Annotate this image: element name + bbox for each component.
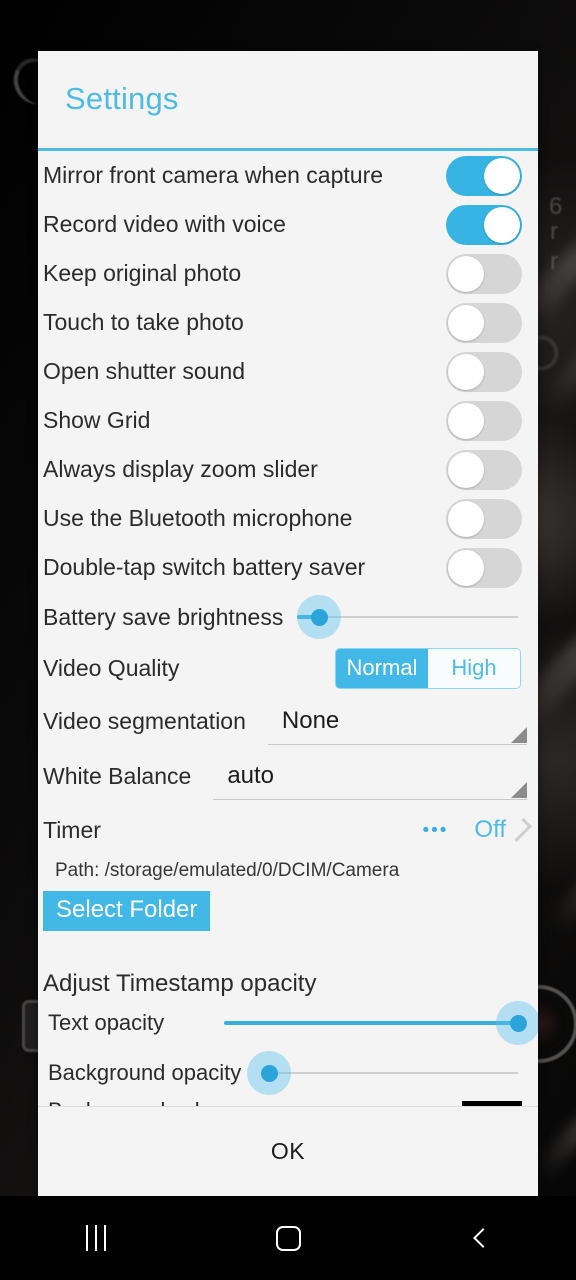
select-folder-button[interactable]: Select Folder <box>43 891 211 931</box>
camera-overlay-text-ghost: 6 <box>549 193 563 220</box>
setting-row-background-opacity[interactable]: Background opacity <box>38 1048 538 1098</box>
toggle-knob <box>448 304 484 341</box>
recents-icon-bar <box>95 1225 97 1251</box>
slider-thumb[interactable] <box>509 1014 527 1032</box>
ok-button[interactable]: OK <box>271 1138 305 1165</box>
setting-row-open-shutter-sound[interactable]: Open shutter sound <box>38 347 538 396</box>
segment-high[interactable]: High <box>428 648 520 688</box>
toggle-double-tap-battery-saver[interactable] <box>446 547 522 588</box>
nav-back-button[interactable] <box>384 1196 576 1280</box>
slider-fill <box>224 1021 518 1025</box>
toggle-bluetooth-microphone[interactable] <box>446 498 522 539</box>
toggle-knob <box>484 157 520 194</box>
setting-label: White Balance <box>43 763 192 789</box>
back-icon <box>472 1228 493 1248</box>
setting-row-timer[interactable]: Timer ••• Off <box>38 804 538 856</box>
setting-row-battery-save-brightness[interactable]: Battery save brightness <box>38 592 538 642</box>
storage-path-text: Path: /storage/emulated/0/DCIM/Camera <box>55 860 400 881</box>
setting-label: Battery save brightness <box>43 603 284 630</box>
slider-text-opacity[interactable] <box>224 1001 538 1045</box>
setting-row-bluetooth-microphone[interactable]: Use the Bluetooth microphone <box>38 494 538 543</box>
setting-label: Timer <box>43 816 101 843</box>
toggle-record-video-with-voice[interactable] <box>446 204 522 245</box>
setting-row-keep-original-photo[interactable]: Keep original photo <box>38 249 538 298</box>
settings-list[interactable]: Mirror front camera when capture Record … <box>38 151 538 1106</box>
backdrop-blur-streak <box>532 1078 576 1182</box>
recents-icon-bar <box>86 1225 88 1251</box>
slider-thumb[interactable] <box>310 608 328 626</box>
toggle-always-display-zoom-slider[interactable] <box>446 449 522 490</box>
settings-dialog: Settings Mirror front camera when captur… <box>38 51 538 1196</box>
setting-row-double-tap-battery-saver[interactable]: Double-tap switch battery saver <box>38 543 538 592</box>
home-icon <box>275 1225 301 1251</box>
dropdown-video-segmentation[interactable]: None <box>267 699 527 745</box>
setting-label: Open shutter sound <box>43 358 246 384</box>
toggle-show-grid[interactable] <box>446 400 522 441</box>
setting-label: Touch to take photo <box>43 309 244 335</box>
timer-value[interactable]: Off <box>474 816 506 844</box>
camera-overlay-text-ghost: r <box>550 218 558 245</box>
nav-home-button[interactable] <box>192 1196 384 1280</box>
setting-label: Use the Bluetooth microphone <box>43 505 353 531</box>
page-title: Settings <box>65 81 179 116</box>
setting-label: Video Quality <box>43 654 180 681</box>
toggle-mirror-front-camera[interactable] <box>446 155 522 196</box>
dropdown-value: auto <box>227 762 275 789</box>
setting-label: Background opacity <box>48 1060 242 1085</box>
setting-label: Mirror front camera when capture <box>43 162 384 188</box>
chevron-down-icon <box>511 781 527 798</box>
setting-row-text-opacity[interactable]: Text opacity <box>38 998 538 1048</box>
timestamp-section-heading: Adjust Timestamp opacity <box>43 970 317 997</box>
android-navigation-bar <box>0 1196 576 1280</box>
setting-label: Record video with voice <box>43 211 286 237</box>
setting-label: Video segmentation <box>43 708 246 734</box>
setting-label: Show Grid <box>43 407 151 433</box>
setting-row-white-balance[interactable]: White Balance auto <box>38 749 538 804</box>
dropdown-white-balance[interactable]: auto <box>213 754 527 800</box>
toggle-knob <box>484 206 520 243</box>
chevron-down-icon <box>511 726 527 743</box>
camera-overlay-text-ghost: r <box>550 248 558 275</box>
toggle-knob <box>448 451 484 488</box>
setting-row-show-grid[interactable]: Show Grid <box>38 396 538 445</box>
toggle-open-shutter-sound[interactable] <box>446 351 522 392</box>
dropdown-value: None <box>281 707 340 734</box>
toggle-knob <box>448 500 484 537</box>
toggle-knob <box>448 549 484 586</box>
nav-recents-button[interactable] <box>0 1196 192 1280</box>
dialog-header: Settings <box>38 51 538 148</box>
toggle-knob <box>448 353 484 390</box>
recents-icon-bar <box>104 1225 106 1251</box>
setting-label: Always display zoom slider <box>43 456 318 482</box>
setting-label: Double-tap switch battery saver <box>43 554 366 580</box>
dialog-footer: OK <box>38 1106 538 1196</box>
toggle-touch-to-take-photo[interactable] <box>446 302 522 343</box>
segment-normal[interactable]: Normal <box>336 648 428 688</box>
backdrop-blur-streak <box>545 808 576 936</box>
recents-icon <box>86 1225 106 1251</box>
setting-row-video-quality[interactable]: Video Quality Normal High <box>38 642 538 694</box>
toggle-knob <box>448 255 484 292</box>
setting-label: Background color <box>48 1098 462 1106</box>
slider-battery-save-brightness[interactable] <box>297 595 518 639</box>
setting-label: Keep original photo <box>43 260 242 286</box>
slider-track <box>269 1072 518 1074</box>
toggle-knob <box>448 402 484 439</box>
select-folder-container: Select Folder <box>38 882 538 931</box>
toggle-keep-original-photo[interactable] <box>446 253 522 294</box>
setting-row-touch-to-take-photo[interactable]: Touch to take photo <box>38 298 538 347</box>
setting-row-record-video-with-voice[interactable]: Record video with voice <box>38 200 538 249</box>
phone-screen: 6 r r Settings Mirror front camera when … <box>0 0 576 1280</box>
setting-row-video-segmentation[interactable]: Video segmentation None <box>38 694 538 749</box>
setting-label: Text opacity <box>48 1010 165 1035</box>
chevron-right-icon <box>507 817 533 843</box>
setting-row-background-color[interactable]: Background color <box>38 1098 538 1106</box>
more-options-icon[interactable]: ••• <box>422 821 448 840</box>
segmented-control-video-quality[interactable]: Normal High <box>335 647 521 689</box>
setting-row-always-display-zoom-slider[interactable]: Always display zoom slider <box>38 445 538 494</box>
background-color-swatch[interactable] <box>462 1101 522 1106</box>
slider-background-opacity[interactable] <box>247 1051 518 1095</box>
setting-row-mirror-front-camera[interactable]: Mirror front camera when capture <box>38 151 538 200</box>
slider-thumb[interactable] <box>260 1064 278 1082</box>
